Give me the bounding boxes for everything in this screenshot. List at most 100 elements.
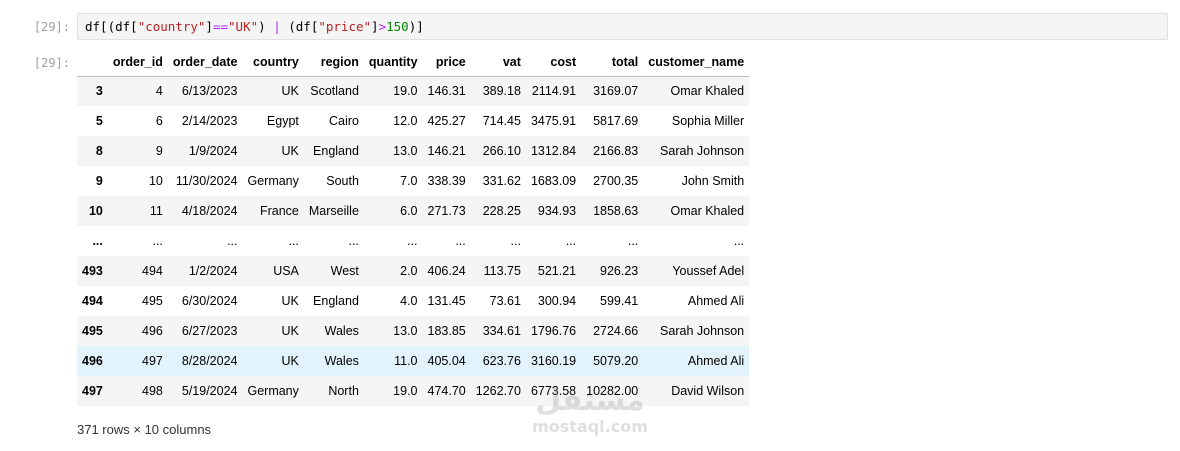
cell-quantity: 19.0 bbox=[393, 84, 418, 99]
cell-region: Cairo bbox=[329, 114, 359, 128]
code-token-str: "price" bbox=[318, 19, 372, 34]
cell-customer-name: David Wilson bbox=[671, 384, 745, 398]
column-header-cost: cost bbox=[525, 48, 582, 77]
table-row: 493 494 1/2/2024 USA West 2.0 406.24 113.75 521.… bbox=[77, 256, 750, 286]
cell-price: 183.85 bbox=[427, 324, 466, 338]
cell-customer-name: John Smith bbox=[681, 174, 745, 188]
cell-quantity: 7.0 bbox=[400, 174, 418, 188]
cell-order-id: 11 bbox=[149, 204, 163, 218]
row-index: 5 bbox=[95, 114, 103, 128]
cell-cost: 1683.09 bbox=[530, 174, 577, 188]
code-token-op: | bbox=[273, 19, 281, 34]
cell-total: 2166.83 bbox=[593, 144, 639, 158]
cell-country: France bbox=[259, 204, 299, 218]
table-header: order_id order_date country region quantity p… bbox=[77, 48, 750, 77]
cell-country: UK bbox=[281, 294, 299, 308]
code-token-str: "UK" bbox=[228, 19, 259, 34]
cell-quantity: ... bbox=[407, 234, 418, 248]
cell-vat: 714.45 bbox=[482, 114, 521, 128]
cell-cost: ... bbox=[565, 234, 577, 248]
cell-quantity: 12.0 bbox=[393, 114, 418, 128]
cell-cost: 300.94 bbox=[537, 294, 577, 308]
cell-country: UK bbox=[281, 324, 299, 338]
code-input-cell[interactable]: df[(df["country"]=="UK") | (df["price"]>… bbox=[77, 13, 1168, 40]
cell-total: 1858.63 bbox=[593, 204, 639, 218]
column-header-order-date: order_date bbox=[167, 48, 243, 77]
cell-quantity: 19.0 bbox=[393, 384, 418, 398]
code-token-plain: ] bbox=[205, 19, 213, 34]
cell-price: 146.21 bbox=[427, 144, 466, 158]
cell-order-id: 497 bbox=[142, 354, 163, 368]
cell-vat: 266.10 bbox=[482, 144, 521, 158]
cell-quantity: 2.0 bbox=[400, 264, 418, 278]
cell-order-id: 6 bbox=[155, 114, 163, 128]
code-token-plain: )] bbox=[408, 19, 424, 34]
cell-order-date: 5/19/2024 bbox=[181, 384, 238, 398]
table-row: ................................. bbox=[77, 226, 750, 256]
cell-vat: 113.75 bbox=[483, 264, 521, 278]
cell-total: 599.41 bbox=[600, 294, 639, 308]
code-token-op: == bbox=[212, 19, 229, 34]
cell-price: 131.45 bbox=[427, 294, 466, 308]
cell-price: 474.70 bbox=[427, 384, 466, 398]
cell-total: 3169.07 bbox=[593, 84, 639, 99]
output-area: order_id order_date country region quantity p… bbox=[77, 48, 750, 437]
cell-region: North bbox=[328, 384, 359, 398]
cell-total: 5817.69 bbox=[593, 114, 639, 128]
cell-vat: 334.61 bbox=[482, 324, 521, 338]
code-token-plain: ) bbox=[258, 19, 274, 34]
cell-price: 425.27 bbox=[427, 114, 466, 128]
table-row: 3 4 6/13/2023 UK Scotland 19.0 146.31 389.18 211… bbox=[77, 76, 750, 106]
dataframe-table: order_id order_date country region quantity p… bbox=[77, 48, 750, 406]
table-row: 496 497 8/28/2024 UK Wales 11.0 405.04 623.76 31… bbox=[77, 346, 750, 376]
column-header-quantity: quantity bbox=[363, 48, 423, 77]
cell-country: ... bbox=[288, 234, 299, 248]
cell-quantity: 6.0 bbox=[400, 204, 418, 218]
cell-order-date: 2/14/2023 bbox=[181, 114, 238, 128]
row-index: 494 bbox=[82, 294, 103, 308]
cell-price: ... bbox=[455, 234, 466, 248]
table-row: 497 498 5/19/2024 Germany North 19.0 474.70 126… bbox=[77, 376, 750, 406]
cell-vat: 389.18 bbox=[482, 84, 521, 99]
cell-cost: 2114.91 bbox=[531, 84, 577, 99]
row-index: 493 bbox=[82, 264, 103, 278]
cell-quantity: 13.0 bbox=[393, 324, 418, 338]
cell-region: Wales bbox=[324, 324, 359, 338]
column-header-order-id: order_id bbox=[107, 48, 168, 77]
output-prompt: [29]: bbox=[33, 56, 70, 70]
column-header-vat: vat bbox=[470, 48, 526, 77]
table-row: 9 10 11/30/2024 Germany South 7.0 338.39 331.62… bbox=[77, 166, 750, 196]
cell-customer-name: Omar Khaled bbox=[670, 84, 745, 99]
table-row: 494 495 6/30/2024 UK England 4.0 131.45 73.61 30… bbox=[77, 286, 750, 316]
cell-cost: 934.93 bbox=[537, 204, 577, 218]
cell-country: USA bbox=[273, 264, 299, 278]
row-index: 8 bbox=[95, 144, 103, 158]
cell-country: Germany bbox=[247, 174, 299, 188]
cell-total: 10282.00 bbox=[586, 384, 639, 398]
cell-order-date: 4/18/2024 bbox=[181, 204, 238, 218]
cell-quantity: 13.0 bbox=[393, 144, 418, 158]
cell-price: 338.39 bbox=[427, 174, 466, 188]
dataframe-shape-summary: 371 rows × 10 columns bbox=[77, 422, 212, 437]
cell-region: ... bbox=[348, 234, 359, 248]
cell-order-date: ... bbox=[227, 234, 238, 248]
cell-quantity: 4.0 bbox=[400, 294, 418, 308]
cell-region: South bbox=[326, 174, 359, 188]
cell-region: England bbox=[313, 294, 359, 308]
cell-price: 405.04 bbox=[427, 354, 466, 368]
cell-order-date: 6/27/2023 bbox=[181, 324, 238, 338]
cell-cost: 3160.19 bbox=[530, 354, 577, 368]
cell-country: UK bbox=[281, 84, 299, 99]
cell-region: England bbox=[313, 144, 359, 158]
cell-customer-name: Omar Khaled bbox=[670, 204, 745, 218]
cell-cost: 3475.91 bbox=[530, 114, 577, 128]
cell-customer-name: Ahmed Ali bbox=[687, 354, 745, 368]
cell-cost: 521.21 bbox=[537, 264, 577, 278]
cell-total: 926.23 bbox=[600, 264, 639, 278]
cell-customer-name: Ahmed Ali bbox=[687, 294, 745, 308]
cell-order-date: 6/13/2023 bbox=[181, 84, 238, 99]
code-token-op: > bbox=[378, 19, 387, 34]
cell-customer-name: ... bbox=[733, 234, 745, 248]
cell-country: UK bbox=[281, 354, 299, 368]
cell-cost: 1796.76 bbox=[530, 324, 577, 338]
